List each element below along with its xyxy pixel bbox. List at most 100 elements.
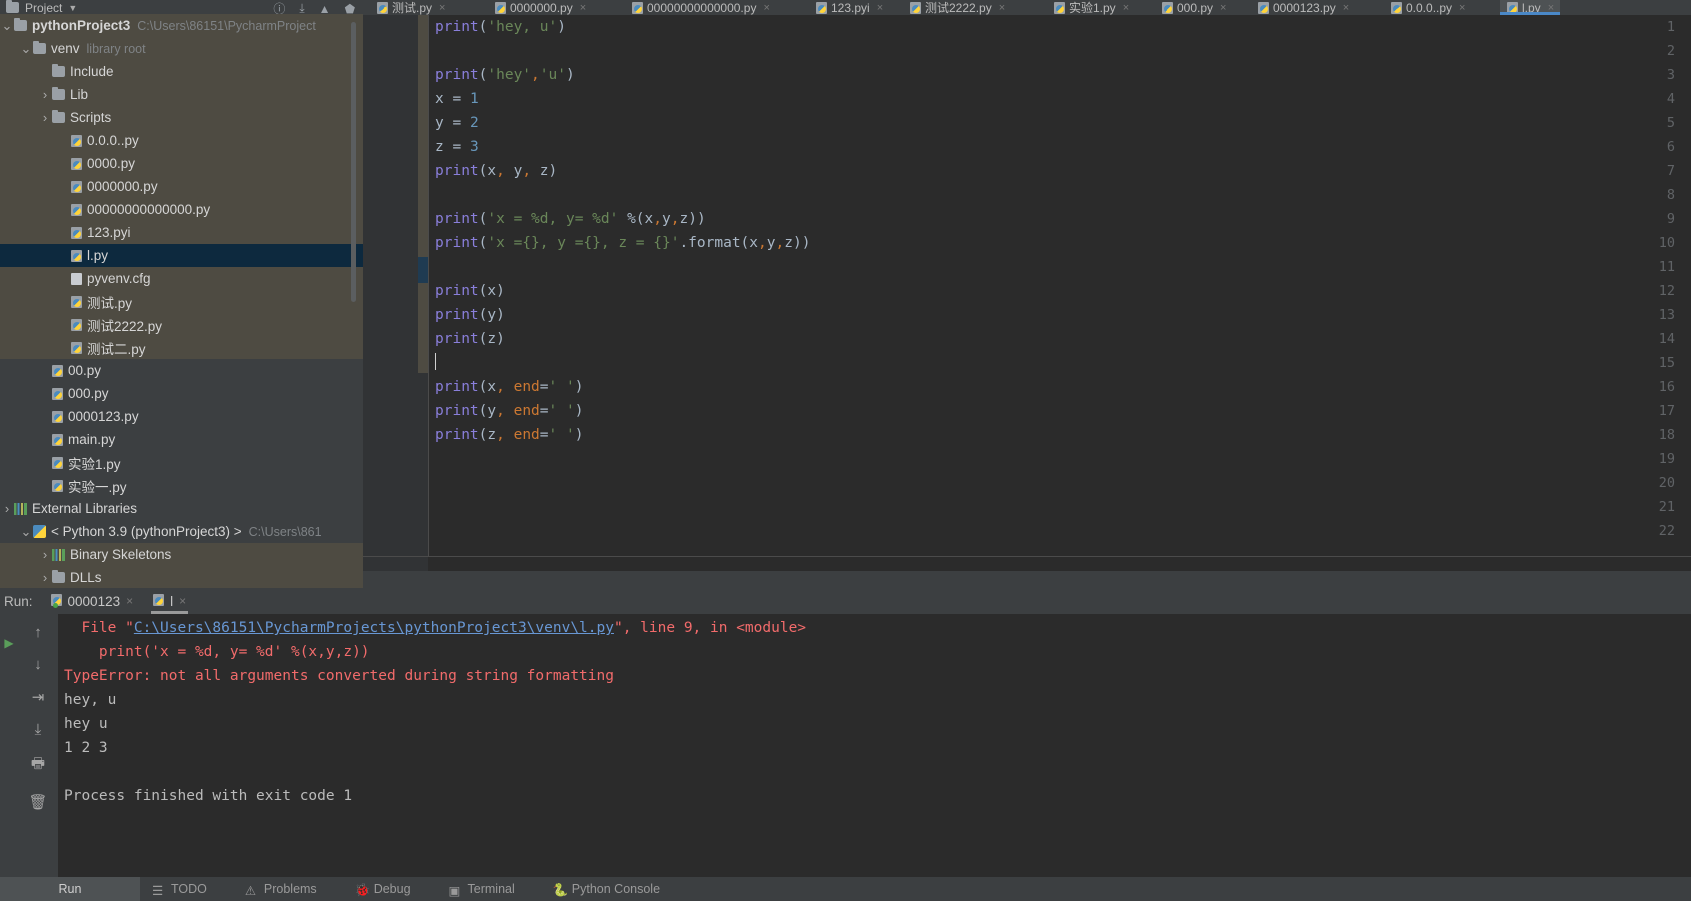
chevron-right-icon[interactable]: › [38,110,52,125]
tree-node[interactable]: ⌄ pythonProject3 C:\Users\86151\PycharmPro… [0,14,363,37]
tree-node[interactable]: ⌄ < Python 3.9 (pythonProject3) > C:\Users… [0,520,363,543]
tree-node[interactable]: › Scripts [0,106,363,129]
tree-node[interactable]: 实验一.py [0,474,363,497]
tree-node[interactable]: › DLLs [0,566,363,588]
editor-tab[interactable]: 测试.py × [370,0,488,15]
rerun-button[interactable]: ▶ [4,636,13,650]
code-content[interactable]: print('hey, u') print('hey','u') x = 1y = … [428,15,1691,556]
run-console-output[interactable]: File "C:\Users\86151\PycharmProjects\pyt… [58,614,1691,877]
tree-node[interactable]: main.py [0,428,363,451]
chevron-down-icon[interactable]: ⌄ [0,18,14,34]
help-icon[interactable]: ⓘ [273,0,285,15]
status-bar-item[interactable]: ⚠ Problems [233,882,343,898]
editor-tab[interactable]: 0000000.py × [488,0,625,15]
editor-tab[interactable]: 00000000000000.py × [625,0,809,15]
close-icon[interactable]: × [580,2,586,14]
close-icon[interactable]: × [439,2,445,14]
tree-node[interactable]: 123.pyi [0,221,363,244]
tree-node[interactable]: 0000000.py [0,175,363,198]
code-token: , [758,235,767,251]
close-icon[interactable]: × [999,2,1005,14]
editor-tab-label: l.py [1522,0,1541,15]
code-token: z [679,211,689,227]
editor-tab[interactable]: 0000123.py × [1251,0,1384,15]
tree-node[interactable]: 00000000000000.py [0,198,363,221]
run-tab[interactable]: l × [143,588,196,614]
status-bar-item[interactable]: 🐞 Debug [343,882,437,897]
code-line: print(z, end=' ') [428,423,1691,447]
scroll-to-end-button[interactable]: ⤓ [35,721,42,738]
tree-node-subtitle: library root [86,41,146,56]
tree-node[interactable]: 000.py [0,382,363,405]
editor-tab[interactable]: 测试2222.py × [903,0,1047,15]
tree-node[interactable]: l.py [0,244,363,267]
soft-wrap-button[interactable]: ⇥ [32,688,45,706]
console-line: File "C:\Users\86151\PycharmProjects\pyt… [58,616,1691,640]
tree-node[interactable]: 测试.py [0,290,363,313]
code-token: print [435,331,479,347]
editor-gutter[interactable] [363,15,428,571]
code-line: print(y) [428,303,1691,327]
traceback-file-link[interactable]: C:\Users\86151\PycharmProjects\pythonPro… [134,620,614,636]
tree-node[interactable]: 0000.py [0,152,363,175]
close-icon[interactable]: × [1123,2,1129,14]
close-icon[interactable]: × [1220,2,1226,14]
tree-node[interactable]: 实验1.py [0,451,363,474]
close-icon[interactable]: × [179,594,186,608]
code-line: print('x ={}, y ={}, z = {}'.format(x,y,… [428,231,1691,255]
close-icon[interactable]: × [877,2,883,14]
editor-tab[interactable]: l.py × [1500,0,1560,15]
settings-gear-icon[interactable]: ⬟ [345,2,355,16]
status-run-tab[interactable]: Run [0,877,140,901]
tree-node[interactable]: › Lib [0,83,363,106]
print-button[interactable]: 🖶 [31,753,45,778]
project-tree[interactable]: ⌄ pythonProject3 C:\Users\86151\PycharmPro… [0,14,363,588]
clear-all-button[interactable]: 🗑 [28,793,47,811]
close-icon[interactable]: × [763,2,769,14]
collapse-all-icon[interactable]: ⤓ [299,1,304,15]
tree-node[interactable]: 0.0.0..py [0,129,363,152]
close-icon[interactable]: × [126,594,133,608]
close-icon[interactable]: × [1343,2,1349,14]
tree-node[interactable]: 00.py [0,359,363,382]
chevron-right-icon[interactable]: › [38,570,52,585]
code-token: y [487,403,497,419]
code-token: , [531,67,540,83]
tree-node[interactable]: 测试2222.py [0,313,363,336]
chevron-right-icon[interactable]: › [0,501,14,516]
chevron-right-icon[interactable]: › [38,87,52,102]
editor-tab-label: 实验1.py [1069,1,1116,15]
status-bar-item[interactable]: 🐍 Python Console [541,882,686,897]
chevron-down-icon[interactable]: ⌄ [19,524,33,540]
hide-icon[interactable]: ▲ [319,2,331,16]
chevron-down-icon[interactable]: ▼ [68,3,77,13]
close-icon[interactable]: × [1548,2,1554,14]
tree-node[interactable]: Include [0,60,363,83]
project-panel-title: Project [25,0,63,15]
chevron-right-icon[interactable]: › [38,547,52,562]
editor-tab[interactable]: 123.pyi × [809,0,903,15]
editor-tab[interactable]: 0.0.0..py × [1384,0,1500,15]
editor-tab[interactable]: 实验1.py × [1047,0,1155,15]
editor-tab[interactable]: 000.py × [1155,0,1251,15]
scroll-down-button[interactable]: ↓ [34,656,42,673]
tree-node[interactable]: › Binary Skeletons [0,543,363,566]
code-token: , [496,403,505,419]
tree-node-label: 测试.py [87,295,133,311]
chevron-down-icon[interactable]: ⌄ [19,41,33,57]
status-bar-item[interactable]: ☰ TODO [140,882,233,898]
tree-node[interactable]: › External Libraries [0,497,363,520]
tree-node[interactable]: 0000123.py [0,405,363,428]
tree-node-label: 0000.py [87,156,136,171]
python-file-icon [153,593,165,606]
close-icon[interactable]: × [1459,2,1465,14]
tree-node[interactable]: pyvenv.cfg [0,267,363,290]
project-panel-header: Project ▼ ⓘ ⤓ ▲ ⬟ [0,0,363,15]
status-bar-item[interactable]: ▣ Terminal [437,882,541,898]
run-tab[interactable]: 0000123 × [41,588,144,614]
project-scrollbar[interactable] [351,22,356,302]
code-editor[interactable]: 1 2 3 4 5 6 7 8 9 10 11 12 13 14 15 16 17 18 19 20 21 22 prin… [363,15,1691,571]
tree-node[interactable]: ⌄ venv library root [0,37,363,60]
tree-node[interactable]: 测试二.py [0,336,363,359]
scroll-up-button[interactable]: ↑ [34,624,42,641]
